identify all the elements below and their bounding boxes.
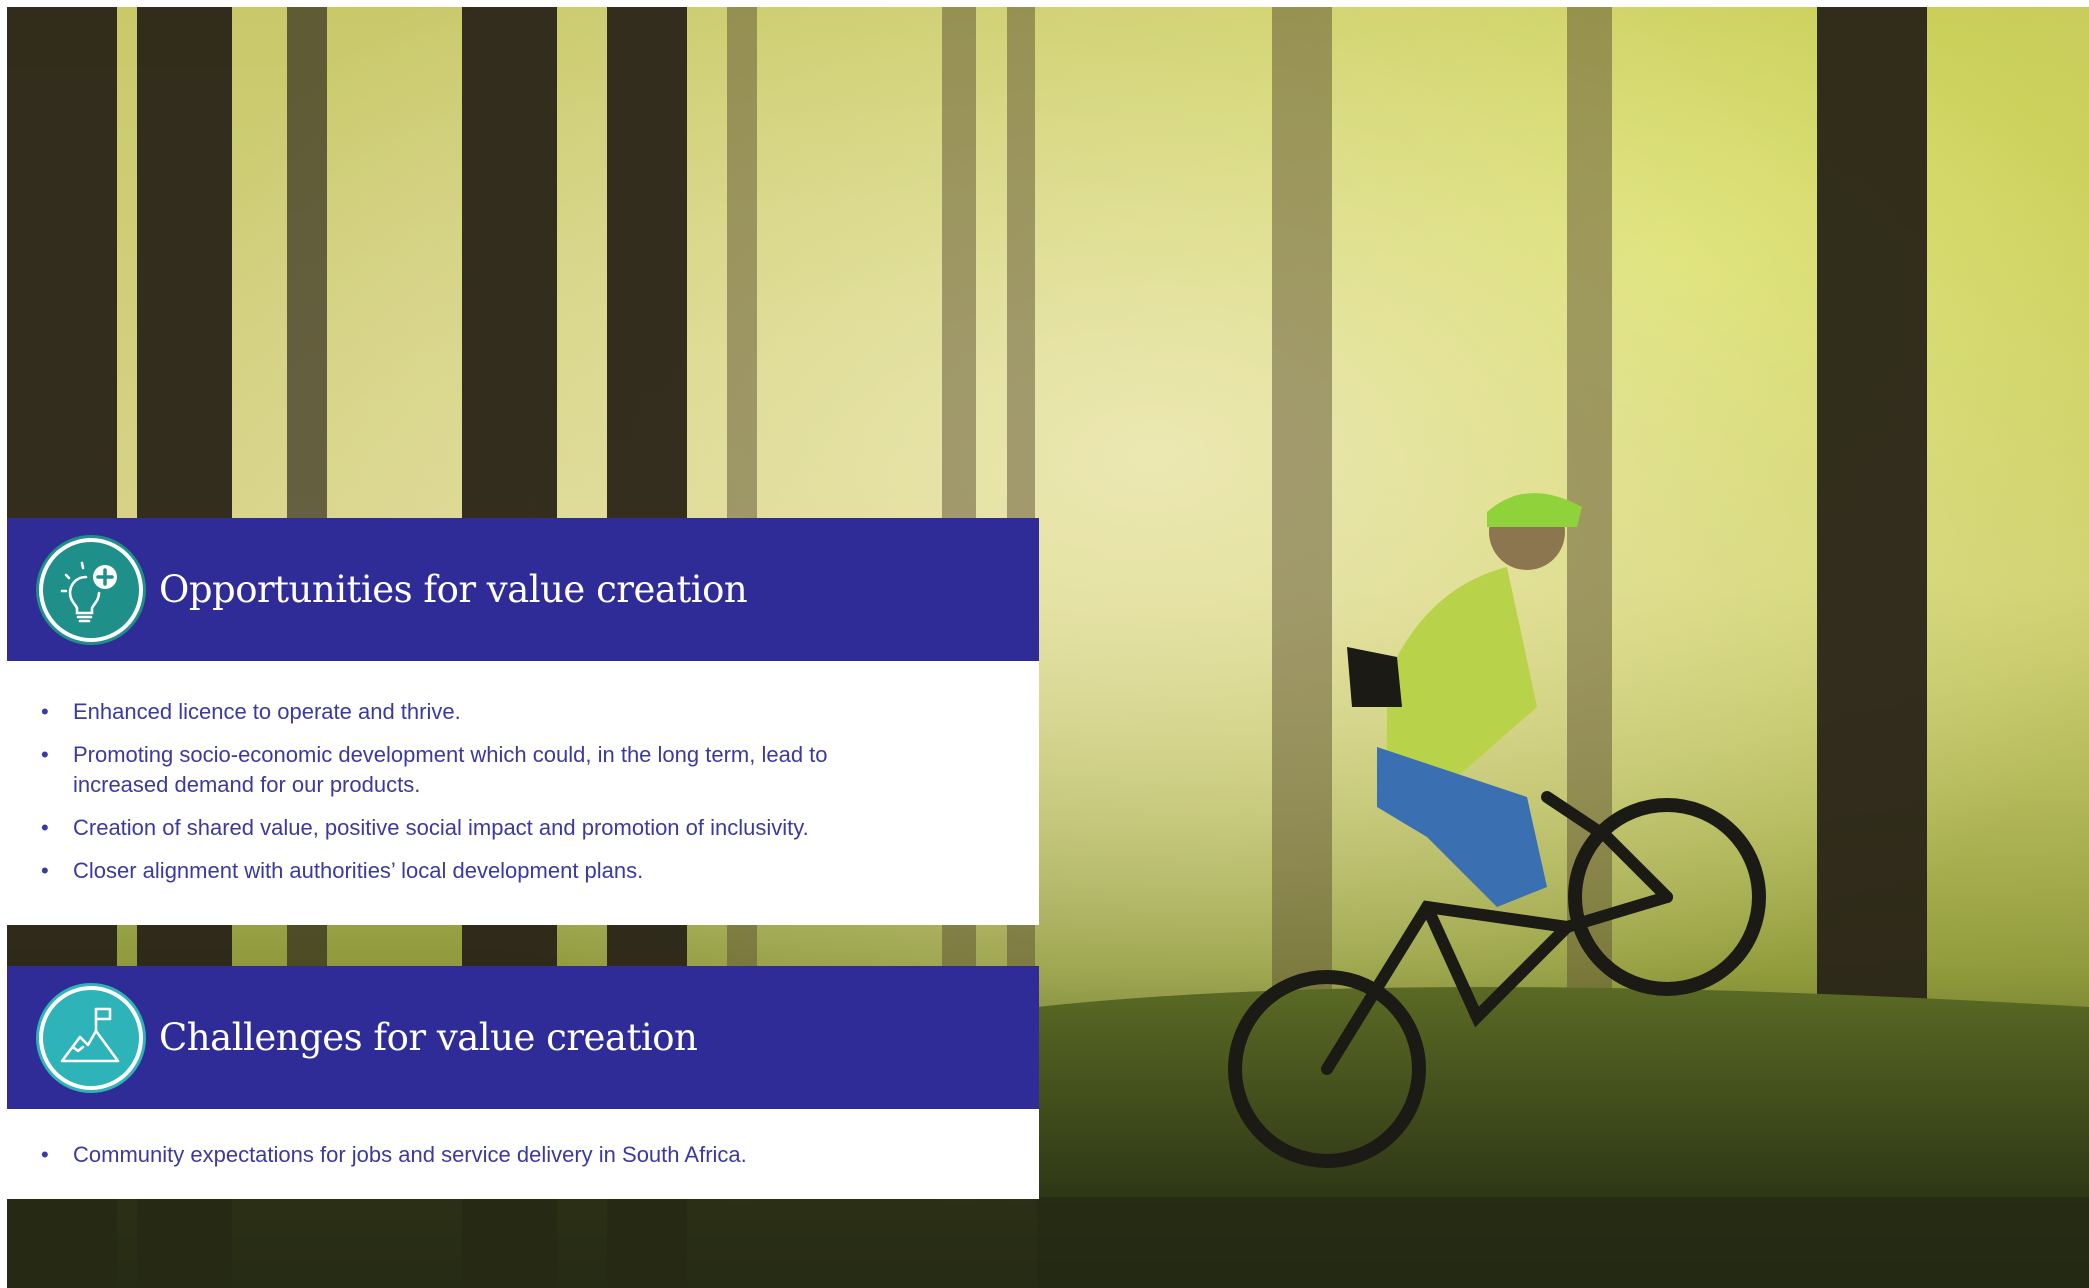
list-item: Promoting socio-economic development whi… bbox=[41, 740, 893, 800]
challenges-list: Community expectations for jobs and serv… bbox=[7, 1109, 1039, 1199]
list-item: Creation of shared value, positive socia… bbox=[41, 813, 893, 843]
list-item: Community expectations for jobs and serv… bbox=[41, 1140, 893, 1170]
lightbulb-plus-icon bbox=[39, 537, 143, 642]
opportunities-header: Opportunities for value creation bbox=[7, 518, 1039, 661]
list-item: Closer alignment with authorities’ local… bbox=[41, 856, 893, 886]
mountain-flag-icon bbox=[39, 985, 143, 1090]
challenges-title: Challenges for value creation bbox=[159, 1016, 698, 1059]
list-item: Enhanced licence to operate and thrive. bbox=[41, 697, 893, 727]
challenges-header: Challenges for value creation bbox=[7, 966, 1039, 1109]
opportunities-title: Opportunities for value creation bbox=[159, 568, 748, 611]
opportunities-list: Enhanced licence to operate and thrive. … bbox=[7, 661, 1039, 925]
